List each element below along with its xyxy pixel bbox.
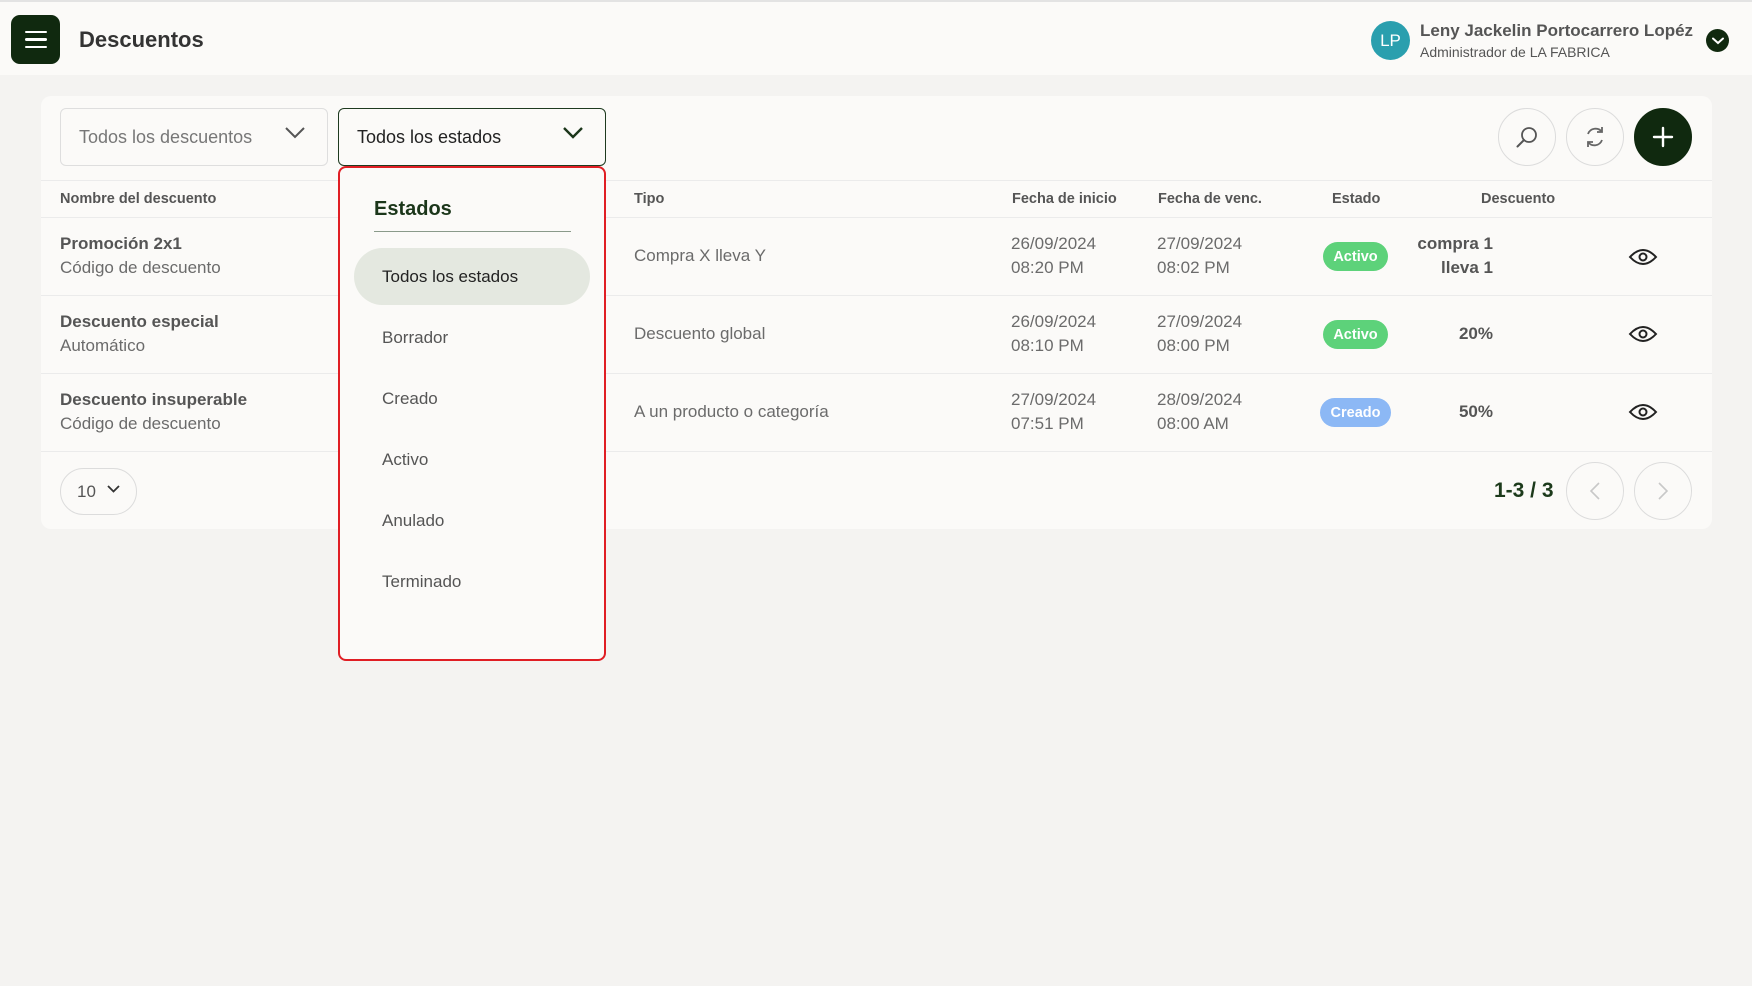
add-discount-button[interactable] — [1634, 108, 1692, 166]
discount-value: compra 1 — [1417, 234, 1493, 253]
plus-icon — [1652, 126, 1674, 148]
chevron-left-icon — [1590, 482, 1600, 500]
end-date: 27/09/2024 — [1157, 234, 1243, 253]
states-dropdown-menu: Estados Todos los estados Borrador Cread… — [338, 166, 606, 661]
divider — [41, 451, 1712, 452]
state-option-terminado[interactable]: Terminado — [354, 553, 590, 610]
column-header-status: Estado — [1332, 191, 1381, 207]
discount-subtype: Automático — [60, 336, 146, 355]
divider — [374, 231, 571, 232]
discounts-filter-value: Todos los descuentos — [79, 126, 253, 147]
user-name: Leny Jackelin Portocarrero Lopéz — [1420, 21, 1694, 40]
chevron-down-icon — [285, 127, 305, 139]
divider — [41, 180, 1712, 181]
column-header-name: Nombre del descuento — [60, 191, 217, 207]
discount-value-line2: lleva 1 — [1441, 258, 1493, 277]
per-page-value: 10 — [77, 481, 96, 501]
state-option-activo[interactable]: Activo — [354, 431, 590, 488]
discount-value: 20% — [1458, 324, 1493, 343]
start-time: 07:51 PM — [1011, 414, 1084, 433]
discount-name: Descuento insuperable — [60, 390, 248, 409]
chevron-down-icon — [107, 485, 120, 493]
discount-type: A un producto o categoría — [634, 402, 829, 421]
start-time: 08:10 PM — [1011, 336, 1084, 355]
states-filter-select[interactable]: Todos los estados — [338, 108, 606, 166]
start-date: 27/09/2024 — [1011, 390, 1097, 409]
divider — [41, 295, 1712, 296]
eye-icon[interactable] — [1628, 402, 1658, 422]
discounts-filter-select[interactable]: Todos los descuentos — [60, 108, 328, 166]
search-icon — [1516, 127, 1537, 148]
start-time: 08:20 PM — [1011, 258, 1084, 277]
chevron-down-icon — [1711, 37, 1724, 44]
user-menu-toggle[interactable] — [1706, 29, 1729, 52]
discount-value: 50% — [1458, 402, 1493, 421]
end-time: 08:00 PM — [1157, 336, 1230, 355]
start-date: 26/09/2024 — [1011, 234, 1097, 253]
divider — [41, 373, 1712, 374]
eye-icon[interactable] — [1628, 324, 1658, 344]
state-option-anulado[interactable]: Anulado — [354, 492, 590, 549]
discount-name: Descuento especial — [60, 312, 219, 331]
user-role: Administrador de LA FABRICA — [1420, 44, 1610, 60]
dropdown-title: Estados — [374, 198, 452, 220]
previous-page-button[interactable] — [1566, 462, 1624, 520]
end-date: 28/09/2024 — [1157, 390, 1243, 409]
discount-name: Promoción 2x1 — [60, 234, 182, 253]
state-option-todos[interactable]: Todos los estados — [354, 248, 590, 305]
column-header-end-date: Fecha de venc. — [1158, 191, 1262, 207]
end-date: 27/09/2024 — [1157, 312, 1243, 331]
divider — [41, 217, 1712, 218]
chevron-right-icon — [1658, 482, 1668, 500]
top-bar: Descuentos LP Leny Jackelin Portocarrero… — [0, 0, 1752, 75]
menu-button[interactable] — [11, 15, 60, 64]
end-time: 08:02 PM — [1157, 258, 1230, 277]
column-header-discount: Descuento — [1481, 191, 1556, 207]
states-filter-value: Todos los estados — [357, 126, 502, 147]
column-header-type: Tipo — [634, 191, 665, 207]
avatar[interactable]: LP — [1371, 21, 1410, 60]
refresh-icon — [1587, 127, 1603, 147]
page-title: Descuentos — [79, 27, 204, 52]
search-button[interactable] — [1498, 108, 1556, 166]
start-date: 26/09/2024 — [1011, 312, 1097, 331]
discount-subtype: Código de descuento — [60, 258, 221, 277]
per-page-select[interactable]: 10 — [60, 468, 137, 515]
discount-type: Descuento global — [634, 324, 766, 343]
eye-icon[interactable] — [1628, 247, 1658, 267]
discount-subtype: Código de descuento — [60, 414, 221, 433]
next-page-button[interactable] — [1634, 462, 1692, 520]
end-time: 08:00 AM — [1157, 414, 1229, 433]
state-option-borrador[interactable]: Borrador — [354, 309, 590, 366]
state-option-creado[interactable]: Creado — [354, 370, 590, 427]
discount-type: Compra X lleva Y — [634, 246, 766, 265]
chevron-down-icon — [563, 127, 583, 139]
pagination-range: 1-3 / 3 — [1494, 479, 1554, 502]
hamburger-icon — [24, 30, 47, 34]
discounts-card: Todos los descuentos Todos los estados N… — [41, 96, 1712, 529]
refresh-button[interactable] — [1566, 108, 1624, 166]
column-header-start-date: Fecha de inicio — [1012, 191, 1117, 207]
